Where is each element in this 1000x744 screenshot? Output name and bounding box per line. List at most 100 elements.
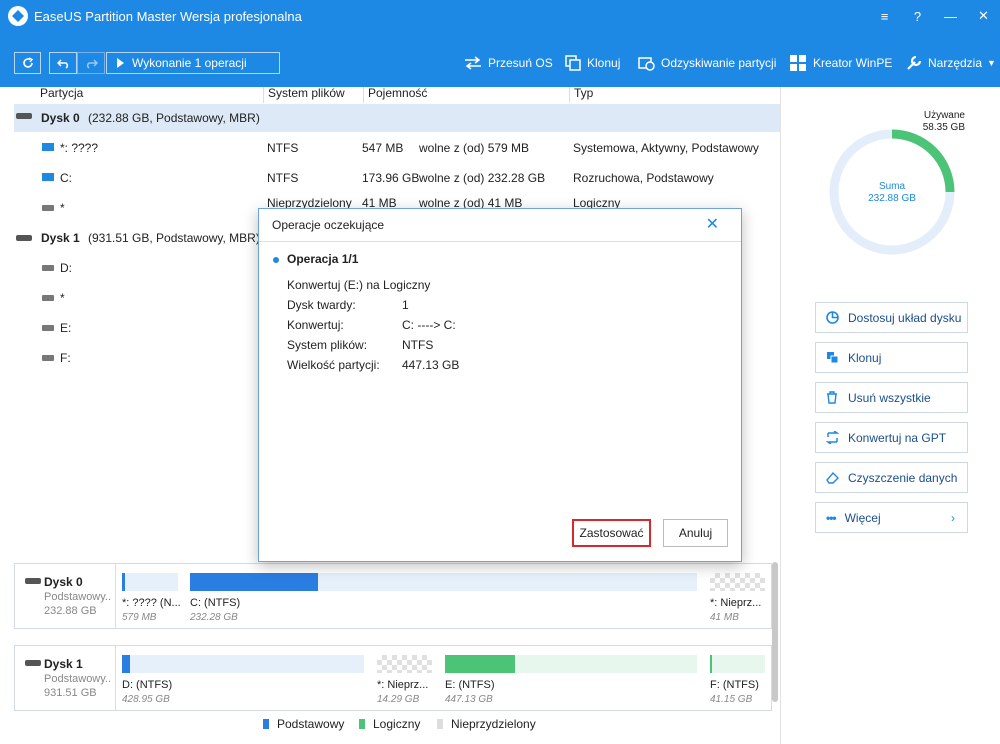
tool-label: Klonuj [587, 56, 621, 70]
sum-label: Suma [878, 181, 906, 192]
partition-name: F: [60, 351, 71, 365]
disk-map-0[interactable]: Dysk 0 Podstawowy.. 232.88 GB *: ???? (N… [14, 563, 772, 629]
apply-button[interactable]: Zastosować [572, 519, 651, 547]
used-value: 58.35 GB [922, 122, 965, 133]
cancel-button[interactable]: Anuluj [663, 519, 728, 547]
help-icon[interactable]: ? [901, 9, 934, 24]
operation-description: Konwertuj (E:) na Logiczny [287, 278, 431, 292]
table-row[interactable]: *: ???? NTFS 547 MB wolne z (od) 579 MB … [14, 134, 780, 162]
execute-operations-button[interactable]: Wykonanie 1 operacji [106, 52, 280, 74]
disk-map-1[interactable]: Dysk 1 Podstawowy.. 931.51 GB D: (NTFS) … [14, 645, 772, 711]
wrench-icon [907, 55, 922, 70]
field-value: C: ----> C: [402, 318, 456, 332]
action-label: Czyszczenie danych [848, 470, 958, 485]
partition-name: *: ???? [60, 141, 99, 155]
menu-icon[interactable]: ≡ [868, 9, 901, 24]
migrate-icon [465, 56, 481, 70]
partition-name: E: [60, 321, 72, 335]
col-filesystem[interactable]: System plików [264, 87, 364, 103]
disk-map-size: 931.51 GB [44, 687, 97, 699]
segment-bar[interactable] [122, 655, 364, 673]
window-title: EaseUS Partition Master Wersja profesjon… [34, 8, 302, 24]
segment-bar[interactable] [445, 655, 697, 673]
sum-value: 232.88 GB [868, 193, 916, 204]
field-value: 447.13 GB [402, 358, 460, 372]
dialog-title: Operacje oczekujące [272, 218, 385, 232]
partition-free: wolne z (od) 232.28 GB [419, 171, 546, 185]
segment-bar[interactable] [122, 573, 178, 591]
action-label: Konwertuj na GPT [848, 430, 947, 445]
disk-icon [16, 235, 32, 241]
disk-name: Dysk 0 [41, 111, 80, 125]
partition-name: D: [60, 261, 72, 275]
action-label: Więcej [844, 510, 881, 525]
segment-label: *: Nieprz... [377, 679, 429, 691]
col-partition[interactable]: Partycja [36, 87, 264, 103]
partition-icon [42, 265, 54, 271]
segment-bar[interactable] [190, 573, 697, 591]
undo-icon [56, 58, 68, 69]
app-logo-icon [8, 6, 28, 26]
recovery-icon [638, 57, 655, 71]
scrollbar[interactable] [772, 562, 778, 702]
toolbar: Wykonanie 1 operacji Przesuń OS Klonuj O… [0, 32, 1000, 87]
tool-label: Przesuń OS [488, 56, 553, 70]
segment-size: 232.28 GB [190, 612, 238, 623]
trash-icon [827, 391, 837, 404]
partition-type: Rozruchowa, Podstawowy [573, 171, 714, 185]
partition-name: * [60, 291, 65, 305]
undo-button[interactable] [49, 52, 77, 74]
legend-swatch [359, 719, 365, 729]
convert-gpt-button[interactable]: Konwertuj na GPT [815, 422, 968, 453]
tool-migrate-os[interactable]: Przesuń OS [464, 52, 553, 74]
bullet-icon [273, 257, 279, 263]
minimize-icon[interactable]: — [934, 9, 967, 24]
disk-icon [25, 578, 41, 584]
legend-label: Podstawowy [277, 717, 345, 731]
adjust-layout-button[interactable]: Dostosuj układ dysku [815, 302, 968, 333]
tool-clone[interactable]: Klonuj [565, 52, 620, 74]
field-value: NTFS [402, 338, 434, 352]
disk-map-name: Dysk 1 [44, 657, 83, 671]
partition-fs: NTFS [267, 141, 299, 155]
segment-label: F: (NTFS) [710, 679, 759, 691]
used-label: Używane [923, 110, 965, 121]
more-button[interactable]: ••• Więcej › [815, 502, 968, 533]
convert-icon [826, 431, 839, 444]
refresh-button[interactable] [14, 52, 41, 74]
segment-size: 41 MB [710, 612, 739, 623]
play-icon [117, 58, 124, 68]
segment-bar[interactable] [377, 655, 432, 673]
system-partition-icon [42, 143, 54, 151]
partition-icon [42, 355, 54, 361]
partition-free: wolne z (od) 579 MB [419, 141, 530, 155]
segment-label: *: ???? (N... [122, 597, 181, 609]
tool-winpe[interactable]: Kreator WinPE [790, 52, 892, 74]
action-label: Dostosuj układ dysku [848, 310, 962, 325]
segment-bar[interactable] [710, 573, 765, 591]
redo-button[interactable] [77, 52, 105, 74]
clone-action-button[interactable]: Klonuj [815, 342, 968, 373]
used-label-block: Używane 58.35 GB [905, 110, 965, 134]
partition-name: * [60, 201, 65, 215]
legend-primary: Podstawowy [263, 716, 344, 732]
close-icon[interactable]: ✕ [706, 214, 719, 234]
disk-map-size: 232.88 GB [44, 605, 97, 617]
segment-size: 447.13 GB [445, 694, 493, 705]
col-capacity[interactable]: Pojemność [364, 87, 570, 103]
wipe-data-button[interactable]: Czyszczenie danych [815, 462, 968, 493]
close-icon[interactable]: ✕ [967, 8, 1000, 24]
col-type[interactable]: Typ [570, 87, 780, 103]
tool-partition-recovery[interactable]: Odzyskiwanie partycji [638, 52, 776, 74]
disk-map-sub: Podstawowy.. [44, 591, 112, 603]
segment-bar[interactable] [710, 655, 765, 673]
delete-all-button[interactable]: Usuń wszystkie [815, 382, 968, 413]
chevron-down-icon: ▼ [987, 58, 996, 68]
field-key: System plików: [287, 338, 368, 352]
tool-utilities[interactable]: Narzędzia ▼ [906, 52, 996, 74]
legend-swatch [437, 719, 443, 729]
field-key: Dysk twardy: [287, 298, 356, 312]
table-row[interactable]: Dysk 0 (232.88 GB, Podstawowy, MBR) [14, 104, 780, 132]
table-row[interactable]: C: NTFS 173.96 GB wolne z (od) 232.28 GB… [14, 164, 780, 192]
partition-name: C: [60, 171, 72, 185]
